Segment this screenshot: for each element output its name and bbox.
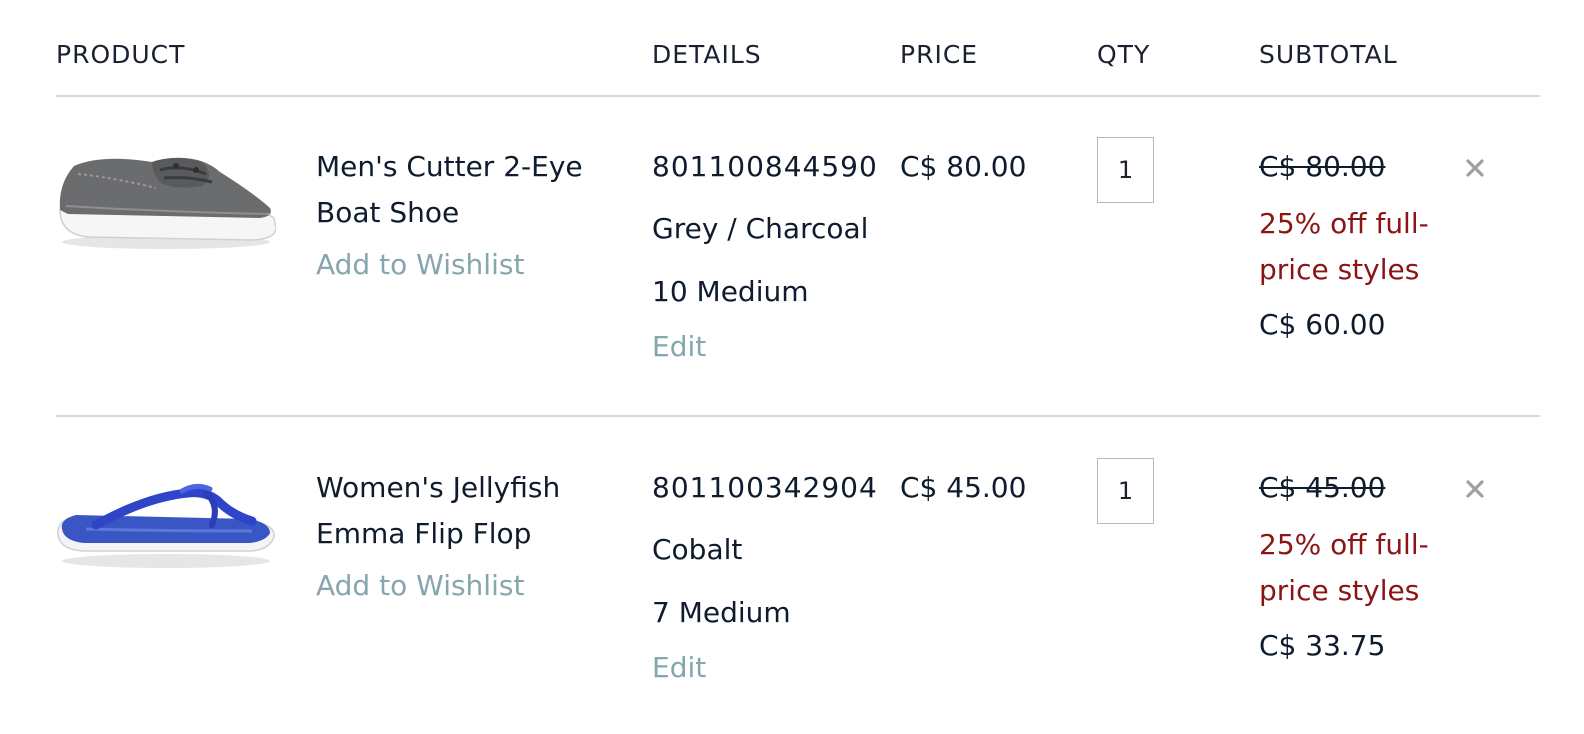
edit-item-link[interactable]: Edit	[652, 330, 706, 363]
add-to-wishlist-link[interactable]: Add to Wishlist	[316, 569, 524, 602]
unit-price: C$ 80.00	[900, 150, 1027, 183]
discounted-subtotal: C$ 33.75	[1259, 629, 1386, 662]
column-header-product: PRODUCT	[56, 40, 186, 69]
original-subtotal: C$ 45.00	[1259, 471, 1386, 504]
promo-message: 25% off full-price styles	[1259, 528, 1429, 607]
column-header-subtotal: SUBTOTAL	[1259, 40, 1398, 69]
column-header-qty: QTY	[1097, 40, 1151, 69]
remove-item-icon[interactable]	[1462, 155, 1488, 181]
quantity-input[interactable]	[1097, 458, 1154, 524]
quantity-input[interactable]	[1097, 137, 1154, 203]
flip-flop-image[interactable]	[56, 469, 276, 579]
product-size: 7 Medium	[652, 596, 791, 629]
column-header-details: DETAILS	[652, 40, 762, 69]
cart-row: Men's Cutter 2-Eye Boat Shoe Add to Wish…	[0, 96, 1584, 396]
discounted-subtotal: C$ 60.00	[1259, 308, 1386, 341]
product-color: Grey / Charcoal	[652, 212, 869, 245]
product-name[interactable]: Women's Jellyfish Emma Flip Flop	[316, 465, 616, 557]
product-size: 10 Medium	[652, 275, 809, 308]
product-sku: 801100844590	[652, 150, 878, 183]
product-name[interactable]: Men's Cutter 2-Eye Boat Shoe	[316, 144, 616, 236]
boat-shoe-image[interactable]	[56, 148, 276, 258]
unit-price: C$ 45.00	[900, 471, 1027, 504]
product-color: Cobalt	[652, 533, 743, 566]
remove-item-icon[interactable]	[1462, 476, 1488, 502]
product-sku: 801100342904	[652, 471, 878, 504]
promo-message: 25% off full-price styles	[1259, 207, 1429, 286]
column-header-price: PRICE	[900, 40, 979, 69]
add-to-wishlist-link[interactable]: Add to Wishlist	[316, 248, 524, 281]
edit-item-link[interactable]: Edit	[652, 651, 706, 684]
original-subtotal: C$ 80.00	[1259, 150, 1386, 183]
cart-row: Women's Jellyfish Emma Flip Flop Add to …	[0, 417, 1584, 717]
